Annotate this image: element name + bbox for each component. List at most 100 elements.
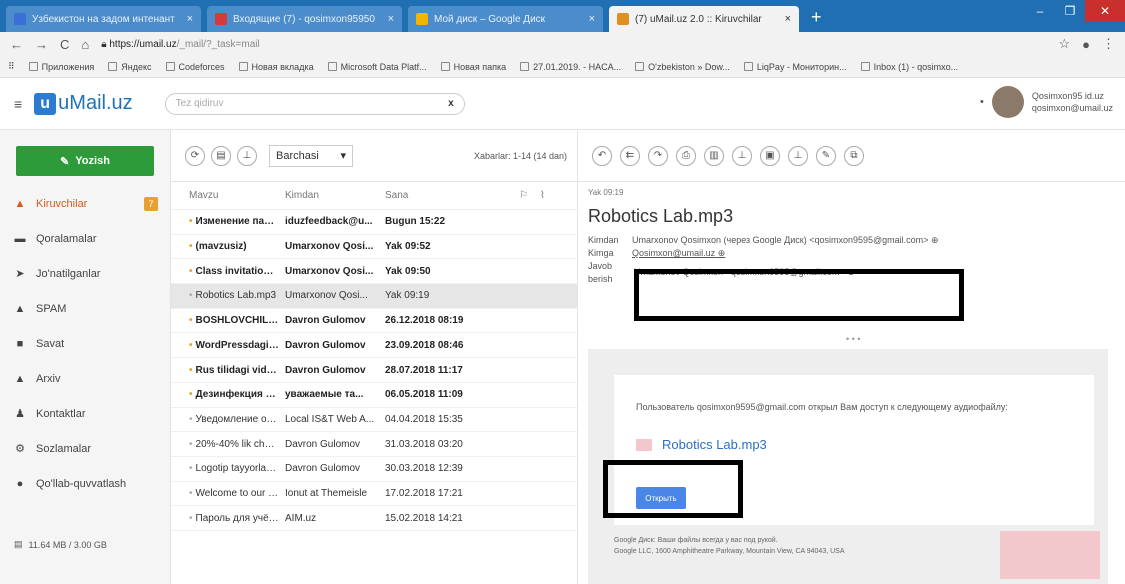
home-icon[interactable]: ⌂ xyxy=(81,37,89,52)
folder-icon xyxy=(440,62,450,71)
browser-tab-active[interactable]: (7) uMail.uz 2.0 :: Kiruvchilar × xyxy=(609,6,799,32)
message-row[interactable]: • Robotics Lab.mp3 Umarxonov Qosi... Yak 09… xyxy=(171,284,577,309)
bookmark-item[interactable]: Codeforces xyxy=(165,62,225,72)
bookmark-item[interactable]: Яндекс xyxy=(108,62,152,72)
compose-icon: ✎ xyxy=(60,155,70,168)
bookmark-item[interactable]: O'zbekiston » Dow... xyxy=(635,62,730,72)
edit-icon[interactable]: ✎ xyxy=(816,145,836,166)
sidebar-item-label: Kontaktlar xyxy=(36,407,86,420)
filter-select[interactable]: Barchasi ▾ xyxy=(269,144,353,167)
message-row[interactable]: •Rus tilidagi video k... Davron Gulomov 28… xyxy=(171,358,577,383)
browser-tab-bar: Ўзбекистон на задом интенант × Входящие (… xyxy=(0,0,1125,32)
clear-search-icon[interactable]: x xyxy=(448,98,454,109)
move-icon[interactable]: ⊥ xyxy=(788,145,808,166)
message-row[interactable]: • Уведомление о п... Local IS&T Web A... 04… xyxy=(171,408,577,433)
to-value[interactable]: Qosimxon@umail.uz ⊕ xyxy=(632,247,725,260)
url-input[interactable]: 🔒︎ https://umail.uz/_mail/?_task=mail xyxy=(101,39,1046,50)
search-input[interactable]: Tez qidiruv x xyxy=(164,92,465,115)
message-row[interactable]: •Welcome to our shi... Ionut at Themeisle… xyxy=(171,482,577,507)
sidebar-item-qoralamalar[interactable]: ▬ Qoralamalar xyxy=(0,221,170,256)
bookmark-item[interactable]: Новая папка xyxy=(440,62,506,72)
footer-line-1: Google Диск: Ваши файлы всегда у вас под… xyxy=(614,537,778,544)
threads-icon[interactable]: ⊥ xyxy=(237,145,257,166)
col-from-header[interactable]: Kimdan xyxy=(279,190,377,201)
delete-icon[interactable]: ▥ xyxy=(704,145,724,166)
open-new-icon[interactable]: ⧉ xyxy=(844,145,864,166)
bookmark-item[interactable]: Microsoft Data Platf... xyxy=(327,62,427,72)
sidebar-item-qollabquvvatlash[interactable]: ● Qo'llab-quvvatlash xyxy=(0,466,170,501)
bookmark-item[interactable]: Приложения xyxy=(28,62,94,72)
row-from: iduzfeedback@u... xyxy=(285,216,373,228)
minimize-icon[interactable]: – xyxy=(1025,0,1055,22)
message-row[interactable]: •Class invitation: "K... Umarxonov Qosi..… xyxy=(171,259,577,285)
message-row[interactable]: •Изменение пароля... iduzfeedback@u... Bug… xyxy=(171,210,577,235)
menu-dots-icon[interactable]: ⋮ xyxy=(1102,36,1115,52)
message-row[interactable]: • Logotip tayyorlash... Davron Gulomov 30.0… xyxy=(171,457,577,482)
user-id: Qosimxon95 id.uz xyxy=(1031,91,1104,101)
flag-icon[interactable]: ⚐ xyxy=(519,190,528,201)
close-icon[interactable]: × xyxy=(785,13,791,25)
bookmark-item[interactable]: Inbox (1) - qosimxo... xyxy=(860,62,958,72)
maximize-icon[interactable]: ❐ xyxy=(1055,0,1085,22)
sidebar-item-sozlamalar[interactable]: ⚙ Sozlamalar xyxy=(0,431,170,466)
close-icon[interactable]: × xyxy=(388,13,394,25)
from-value[interactable]: Umarxonov Qosimxon (через Google Диск) <… xyxy=(632,234,939,247)
browser-tab-3[interactable]: Мой диск – Google Диск × xyxy=(408,6,603,32)
user-menu[interactable]: • Qosimxon95 id.uz qosimxon@umail.uz xyxy=(980,86,1113,118)
sidebar-item-kontaktlar[interactable]: ♟ Kontaktlar xyxy=(0,396,170,431)
tab-favicon-icon xyxy=(416,13,428,25)
sidebar-item-arxiv[interactable]: ▲ Arxiv xyxy=(0,361,170,396)
reply-all-icon[interactable]: ⇇ xyxy=(620,145,640,166)
message-row[interactable]: • Пароль для учёт... AIM.uz 15.02.2018 14:2… xyxy=(171,506,577,532)
attachment-link[interactable]: Robotics Lab.mp3 xyxy=(636,437,767,452)
col-subject-header[interactable]: Mavzu xyxy=(171,190,279,201)
sidebar-item-label: Qoralamalar xyxy=(36,232,97,245)
browser-tab-2[interactable]: Входящие (7) - qosimxon95950 × xyxy=(207,6,402,32)
compose-button[interactable]: ✎ Yozish xyxy=(16,146,154,176)
forward-icon[interactable]: → xyxy=(35,37,48,52)
message-row[interactable]: •20%-40% lik chegir... Davron Gulomov 31.0… xyxy=(171,432,577,457)
message-row[interactable]: • Дезинфекция в Т... уважаемые та... 06.05.… xyxy=(171,383,577,408)
window-controls: – ❐ ✕ xyxy=(1025,0,1125,22)
forward-mail-icon[interactable]: ↷ xyxy=(648,145,668,166)
new-tab-button[interactable]: + xyxy=(811,7,822,28)
attachment-icon[interactable]: ⌇ xyxy=(540,190,545,201)
apps-icon[interactable]: ⠿ xyxy=(8,61,15,72)
profile-icon[interactable]: ● xyxy=(1082,37,1090,52)
window-close-icon[interactable]: ✕ xyxy=(1085,0,1125,22)
hamburger-menu-icon[interactable]: ≡ xyxy=(14,96,22,112)
message-row[interactable]: • (mavzusiz) Umarxonov Qosi... Yak 09:52 xyxy=(171,235,577,260)
browser-tab-1[interactable]: Ўзбекистон на задом интенант × xyxy=(6,6,201,32)
star-icon[interactable]: ☆ xyxy=(1058,36,1070,52)
message-row[interactable]: •BOSHLOVCHILAR ... Davron Gulomov 26.12.20… xyxy=(171,309,577,334)
avatar[interactable] xyxy=(991,86,1024,118)
reload-icon[interactable]: C xyxy=(60,37,69,52)
row-date: Bugun 15:22 xyxy=(385,216,446,228)
reply-icon[interactable]: ↶ xyxy=(592,145,612,166)
sidebar-item-savat[interactable]: ■ Savat xyxy=(0,326,170,361)
archive-msg-icon[interactable]: ▣ xyxy=(760,145,780,166)
sidebar-item-label: SPAM xyxy=(36,302,67,315)
sidebar-item-label: Jo'natilganlar xyxy=(36,267,101,280)
sidebar-item-jonatilganlar[interactable]: ➤ Jo'natilganlar xyxy=(0,256,170,291)
sidebar-item-spam[interactable]: ▲ SPAM xyxy=(0,291,170,326)
sidebar-item-kiruvchilar[interactable]: ▲ Kiruvchilar 7 xyxy=(0,186,170,221)
download-icon[interactable]: ⊥ xyxy=(732,145,752,166)
row-date: Yak 09:52 xyxy=(385,241,431,253)
message-row[interactable]: •WordPressdagi sa... Davron Gulomov 23.09.… xyxy=(171,334,577,359)
bookmark-label: O'zbekiston » Dow... xyxy=(648,61,730,72)
close-icon[interactable]: × xyxy=(589,13,595,25)
add-contact-icon[interactable]: ⊕ xyxy=(718,248,726,258)
col-date-header[interactable]: Sana xyxy=(377,190,487,201)
bookmark-item[interactable]: LiqPay - Мониторин... xyxy=(743,62,847,72)
logo[interactable]: u uMail.uz xyxy=(34,92,133,115)
close-icon[interactable]: × xyxy=(187,13,193,25)
back-icon[interactable]: ← xyxy=(10,37,23,52)
refresh-icon[interactable]: ⟳ xyxy=(185,145,205,166)
bookmark-item[interactable]: 27.01.2019. - HACA... xyxy=(520,62,621,72)
add-contact-icon[interactable]: ⊕ xyxy=(931,235,939,245)
more-headers-toggle[interactable]: • • • xyxy=(846,334,860,344)
print-icon[interactable]: ⎙ xyxy=(676,145,696,166)
bookmark-item[interactable]: Новая вкладка xyxy=(238,62,314,72)
mark-icon[interactable]: ▤ xyxy=(211,145,231,166)
